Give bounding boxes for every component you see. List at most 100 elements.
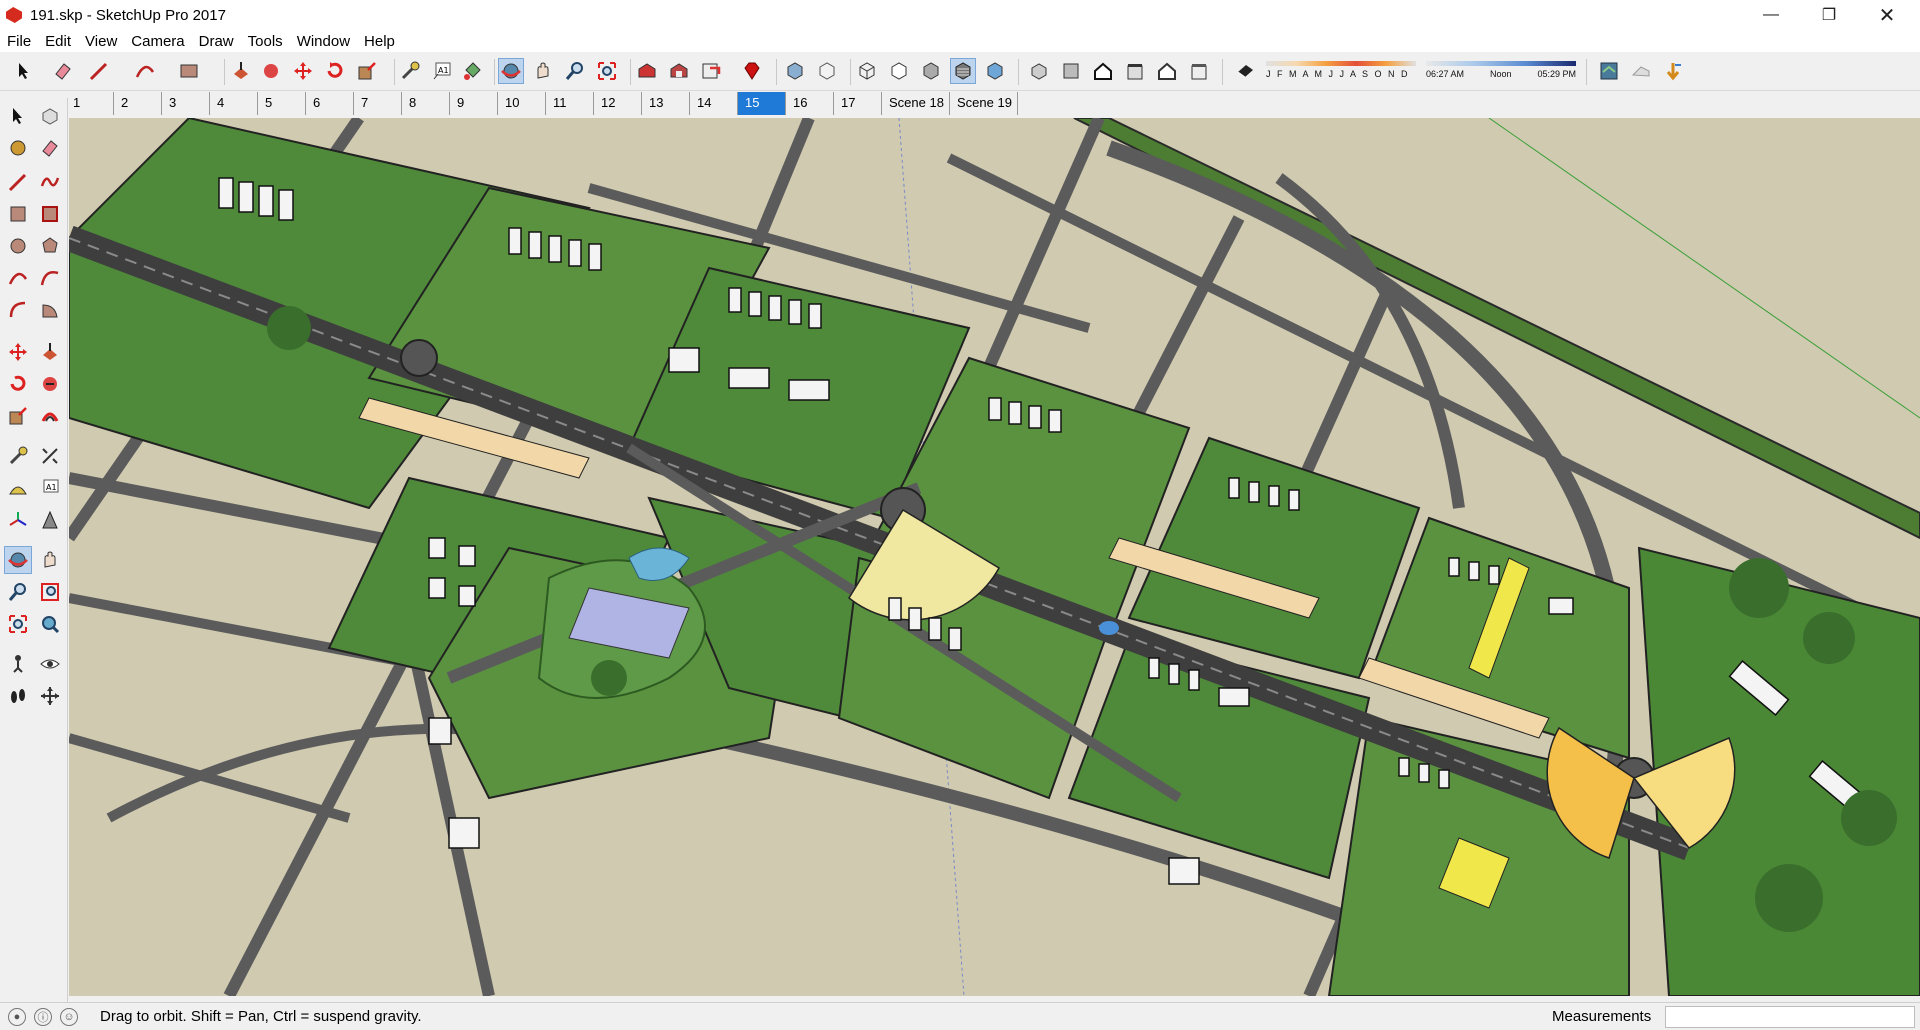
- select-tool[interactable]: [4, 102, 32, 130]
- paint-bucket-tool[interactable]: [4, 134, 32, 162]
- hidden-line-button[interactable]: [886, 58, 912, 84]
- scene-tab[interactable]: 10: [498, 92, 546, 115]
- scene-tab[interactable]: 13: [642, 92, 690, 115]
- shadow-date-slider[interactable]: J F M A M J J A S O N D: [1266, 59, 1416, 83]
- front-view-button[interactable]: [1090, 58, 1116, 84]
- pan-tool[interactable]: [36, 546, 64, 574]
- tape-measure-tool-button[interactable]: [397, 58, 423, 84]
- scene-tab[interactable]: 9: [450, 92, 498, 115]
- add-location-button[interactable]: [1596, 58, 1622, 84]
- back-edges-button[interactable]: [814, 58, 840, 84]
- dimension-tool[interactable]: [36, 442, 64, 470]
- push-pull-tool[interactable]: [36, 338, 64, 366]
- text-tool[interactable]: A1: [36, 474, 64, 502]
- 3d-warehouse-button[interactable]: [634, 58, 660, 84]
- zoom-extents-tool[interactable]: [4, 610, 32, 638]
- make-component-tool[interactable]: [36, 102, 64, 130]
- menu-help[interactable]: Help: [357, 33, 402, 50]
- toggle-terrain-button[interactable]: [1628, 58, 1654, 84]
- back-view-button[interactable]: [1154, 58, 1180, 84]
- shaded-button[interactable]: [918, 58, 944, 84]
- credits-icon[interactable]: ⓘ: [34, 1007, 52, 1026]
- offset-tool[interactable]: [36, 402, 64, 430]
- freehand-tool[interactable]: [36, 168, 64, 196]
- geo-location-icon[interactable]: ●: [8, 1007, 26, 1026]
- rotate-tool[interactable]: [4, 370, 32, 398]
- scene-tab[interactable]: 11: [546, 92, 594, 115]
- arc-tool[interactable]: [4, 264, 32, 292]
- rectangle-tool[interactable]: [4, 200, 32, 228]
- section-plane-tool[interactable]: [36, 682, 64, 710]
- scene-tab[interactable]: 6: [306, 92, 354, 115]
- three-point-arc-tool[interactable]: [4, 296, 32, 324]
- scene-tab[interactable]: 16: [786, 92, 834, 115]
- extension-warehouse-button[interactable]: [666, 58, 692, 84]
- tape-measure-tool[interactable]: [4, 442, 32, 470]
- axes-tool[interactable]: [4, 506, 32, 534]
- send-to-layout-button[interactable]: [698, 58, 724, 84]
- scale-tool-button[interactable]: [354, 58, 380, 84]
- previous-view-tool[interactable]: [36, 610, 64, 638]
- line-tool[interactable]: [4, 168, 32, 196]
- scene-tab[interactable]: 3: [162, 92, 210, 115]
- text-tool-button[interactable]: A1: [429, 58, 455, 84]
- wireframe-button[interactable]: [854, 58, 880, 84]
- zoom-extents-tool-button[interactable]: [594, 58, 620, 84]
- scene-tab[interactable]: 2: [114, 92, 162, 115]
- scene-tab[interactable]: 5: [258, 92, 306, 115]
- measurements-input[interactable]: [1665, 1006, 1915, 1028]
- menu-draw[interactable]: Draw: [192, 33, 241, 50]
- two-point-arc-tool[interactable]: [36, 264, 64, 292]
- look-around-tool[interactable]: [36, 650, 64, 678]
- restore-button[interactable]: ❐: [1800, 0, 1858, 30]
- scene-tab[interactable]: 7: [354, 92, 402, 115]
- zoom-tool-button[interactable]: [562, 58, 588, 84]
- scene-tab[interactable]: 17: [834, 92, 882, 115]
- scene-tab[interactable]: 12: [594, 92, 642, 115]
- move-tool-button[interactable]: [290, 58, 316, 84]
- scene-tab[interactable]: 4: [210, 92, 258, 115]
- scene-tab[interactable]: 14: [690, 92, 738, 115]
- scale-tool[interactable]: [4, 402, 32, 430]
- left-view-button[interactable]: [1186, 58, 1212, 84]
- paint-bucket-tool-button[interactable]: [459, 58, 485, 84]
- shaded-textures-button[interactable]: [950, 58, 976, 84]
- scene-tab[interactable]: Scene 19: [950, 92, 1018, 115]
- scene-tab[interactable]: 1: [66, 92, 114, 115]
- shadows-toggle-button[interactable]: [1232, 58, 1258, 84]
- 3d-text-tool[interactable]: [36, 506, 64, 534]
- line-tool-button[interactable]: [86, 58, 112, 84]
- follow-me-tool-button[interactable]: [258, 58, 284, 84]
- menu-file[interactable]: File: [0, 33, 38, 50]
- select-tool-button[interactable]: [11, 58, 37, 84]
- protractor-tool[interactable]: [4, 474, 32, 502]
- close-button[interactable]: ✕: [1858, 0, 1916, 30]
- rotate-tool-button[interactable]: [322, 58, 348, 84]
- top-view-button[interactable]: [1058, 58, 1084, 84]
- eraser-tool-button[interactable]: [50, 58, 76, 84]
- menu-edit[interactable]: Edit: [38, 33, 78, 50]
- shadow-time-slider[interactable]: 06:27 AM Noon 05:29 PM: [1426, 59, 1576, 83]
- pan-tool-button[interactable]: [530, 58, 556, 84]
- circle-tool[interactable]: [4, 232, 32, 260]
- menu-window[interactable]: Window: [290, 33, 357, 50]
- move-tool[interactable]: [4, 338, 32, 366]
- scene-tab[interactable]: Scene 18: [882, 92, 950, 115]
- model-viewport[interactable]: [69, 118, 1920, 996]
- iso-view-button[interactable]: [1026, 58, 1052, 84]
- menu-view[interactable]: View: [78, 33, 124, 50]
- orbit-tool[interactable]: [4, 546, 32, 574]
- pie-tool[interactable]: [36, 296, 64, 324]
- zoom-tool[interactable]: [4, 578, 32, 606]
- user-account-icon[interactable]: ☺: [60, 1007, 78, 1026]
- zoom-window-tool[interactable]: [36, 578, 64, 606]
- right-view-button[interactable]: [1122, 58, 1148, 84]
- rotated-rectangle-tool[interactable]: [36, 200, 64, 228]
- walk-tool[interactable]: [4, 682, 32, 710]
- scene-tab-active[interactable]: 15: [738, 92, 786, 115]
- menu-tools[interactable]: Tools: [241, 33, 290, 50]
- scene-tab[interactable]: 8: [402, 92, 450, 115]
- xray-button[interactable]: [782, 58, 808, 84]
- minimize-button[interactable]: —: [1742, 0, 1800, 30]
- polygon-tool[interactable]: [36, 232, 64, 260]
